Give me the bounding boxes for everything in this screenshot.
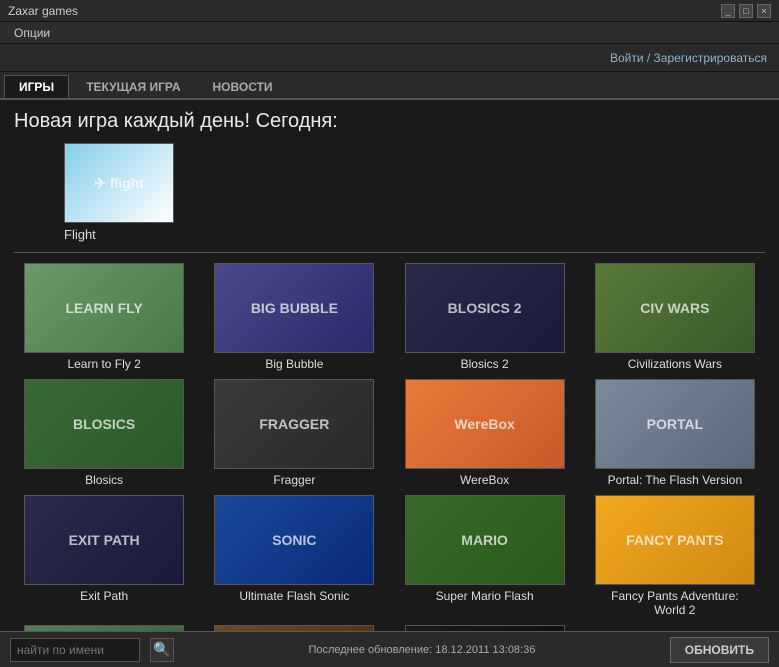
daily-game: ✈ flight Flight	[14, 143, 765, 242]
tab-games[interactable]: ИГРЫ	[4, 75, 69, 98]
game-thumb: WereBox	[405, 379, 565, 469]
login-link[interactable]: Войти / Зарегистрироваться	[610, 51, 767, 65]
game-thumb-text: BLOSICS 2	[444, 296, 526, 320]
game-item[interactable]: BLOSICS Blosics	[14, 379, 194, 487]
game-thumb-text: WereBox	[450, 412, 518, 436]
game-name: Ultimate Flash Sonic	[239, 589, 349, 603]
daily-game-thumb-text: ✈ flight	[90, 171, 148, 196]
game-thumb: CIV WARS	[595, 263, 755, 353]
game-thumb-text: BLOSICS	[69, 412, 139, 436]
update-button[interactable]: ОБНОВИТЬ	[670, 637, 769, 663]
daily-header: Новая игра каждый день! Сегодня:	[14, 110, 765, 133]
game-thumb: FRAGGER	[214, 379, 374, 469]
game-thumb-text: FANCY PANTS	[622, 528, 728, 552]
tab-current-game[interactable]: ТЕКУЩАЯ ИГРА	[71, 75, 195, 98]
content-area: Новая игра каждый день! Сегодня: ✈ fligh…	[0, 100, 779, 631]
game-thumb-text: MARIO	[457, 528, 512, 552]
game-thumb: EXIT PATH	[24, 495, 184, 585]
menu-bar: Опции	[0, 22, 779, 44]
game-item[interactable]: FANCY PANTS Fancy Pants Adventure: World …	[585, 495, 765, 617]
tab-news[interactable]: НОВОСТИ	[198, 75, 288, 98]
game-name: Super Mario Flash	[436, 589, 534, 603]
title-bar: Zaxar games _ □ ×	[0, 0, 779, 22]
daily-game-name: Flight	[64, 227, 96, 242]
game-name: Exit Path	[80, 589, 128, 603]
game-name: Fragger	[273, 473, 315, 487]
game-item[interactable]: WereBox WereBox	[395, 379, 575, 487]
game-item[interactable]: SONIC Ultimate Flash Sonic	[204, 495, 384, 617]
game-thumb: BLOSICS	[24, 379, 184, 469]
game-thumb-text: LEARN FLY	[61, 296, 146, 320]
menu-item-options[interactable]: Опции	[8, 26, 56, 40]
game-item[interactable]: MARIO Super Mario Flash	[395, 495, 575, 617]
header: Войти / Зарегистрироваться	[0, 44, 779, 72]
section-divider	[14, 252, 765, 253]
game-thumb: LEARN FLY	[24, 263, 184, 353]
game-name: Big Bubble	[265, 357, 323, 371]
search-button[interactable]: 🔍	[150, 638, 174, 662]
game-thumb-text: SONIC	[268, 528, 320, 552]
nav-tabs: ИГРЫ ТЕКУЩАЯ ИГРА НОВОСТИ	[0, 72, 779, 100]
game-thumb: BIG BUBBLE	[214, 263, 374, 353]
game-thumb: BLOSICS 2	[405, 263, 565, 353]
game-thumb-text: FRAGGER	[255, 412, 333, 436]
game-item[interactable]: BIG BUBBLE Big Bubble	[204, 263, 384, 371]
game-name: Civilizations Wars	[628, 357, 722, 371]
search-icon: 🔍	[153, 641, 170, 658]
game-item[interactable]: EXIT PATH Exit Path	[14, 495, 194, 617]
game-item[interactable]: CIV WARS Civilizations Wars	[585, 263, 765, 371]
search-input[interactable]	[10, 638, 140, 662]
bottom-bar: 🔍 Последнее обновление: 18.12.2011 13:08…	[0, 631, 779, 667]
window-controls: _ □ ×	[721, 4, 771, 18]
maximize-button[interactable]: □	[739, 4, 753, 18]
game-item[interactable]: BLOSICS 2 Blosics 2	[395, 263, 575, 371]
game-item[interactable]: LEARN FLY Learn to Fly 2	[14, 263, 194, 371]
game-item[interactable]: PORTAL Portal: The Flash Version	[585, 379, 765, 487]
game-thumb: PORTAL	[595, 379, 755, 469]
game-name: Blosics	[85, 473, 123, 487]
game-thumb-text: BIG BUBBLE	[247, 296, 342, 320]
game-grid: LEARN FLY Learn to Fly 2 BIG BUBBLE Big Bub…	[14, 263, 765, 631]
game-thumb-text: PORTAL	[643, 412, 708, 436]
game-name: Learn to Fly 2	[67, 357, 140, 371]
daily-game-thumb[interactable]: ✈ flight	[64, 143, 174, 223]
game-name: Fancy Pants Adventure: World 2	[595, 589, 755, 617]
game-thumb-text: CIV WARS	[636, 296, 713, 320]
game-thumb: MARIO	[405, 495, 565, 585]
game-name: WereBox	[460, 473, 509, 487]
game-name: Blosics 2	[461, 357, 509, 371]
game-name: Portal: The Flash Version	[608, 473, 743, 487]
minimize-button[interactable]: _	[721, 4, 735, 18]
game-thumb: SONIC	[214, 495, 374, 585]
game-item[interactable]: FRAGGER Fragger	[204, 379, 384, 487]
close-button[interactable]: ×	[757, 4, 771, 18]
main-content: Новая игра каждый день! Сегодня: ✈ fligh…	[0, 100, 779, 631]
status-text: Последнее обновление: 18.12.2011 13:08:3…	[184, 644, 660, 656]
game-thumb: FANCY PANTS	[595, 495, 755, 585]
app-title: Zaxar games	[8, 4, 78, 18]
game-thumb-text: EXIT PATH	[65, 528, 144, 552]
